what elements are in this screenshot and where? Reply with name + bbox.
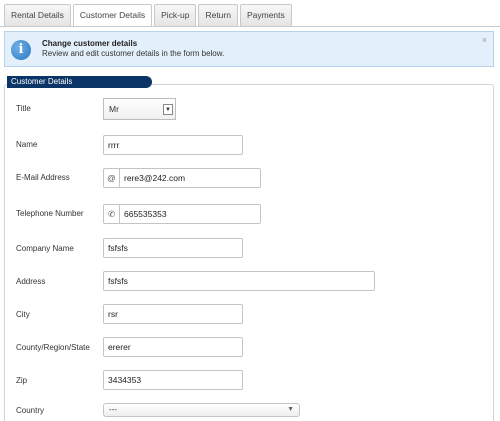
tab-bar: Rental Details Customer Details Pick-up …	[4, 4, 294, 27]
title-select-value: Mr	[109, 104, 119, 114]
county-input[interactable]: ererer	[103, 337, 243, 357]
info-notice: i Change customer details Review and edi…	[4, 31, 494, 67]
info-icon: i	[11, 40, 31, 60]
name-label: Name	[16, 140, 38, 149]
address-label: Address	[16, 277, 46, 286]
county-label: County/Region/State	[16, 343, 90, 352]
tab-divider	[0, 26, 500, 27]
email-value: rere3@242.com	[124, 173, 186, 183]
close-icon[interactable]: ×	[482, 35, 487, 45]
tab-return[interactable]: Return	[198, 4, 238, 26]
chevron-down-icon: ▼	[163, 104, 173, 115]
city-label: City	[16, 310, 30, 319]
email-label: E-Mail Address	[16, 173, 70, 182]
customer-details-fieldset	[4, 84, 494, 421]
tab-rental-details[interactable]: Rental Details	[4, 4, 71, 26]
phone-input[interactable]: ✆ 665535353	[103, 204, 261, 224]
company-input[interactable]: fsfsfs	[103, 238, 243, 258]
at-icon: @	[104, 169, 120, 187]
company-label: Company Name	[16, 244, 74, 253]
zip-input[interactable]: 3434353	[103, 370, 243, 390]
title-label: Title	[16, 104, 31, 113]
notice-text: Review and edit customer details in the …	[42, 49, 225, 58]
zip-label: Zip	[16, 376, 28, 385]
notice-title: Change customer details	[42, 39, 138, 48]
tab-payments[interactable]: Payments	[239, 4, 292, 26]
phone-label: Telephone Number	[16, 209, 84, 218]
country-select[interactable]: --- ▼	[103, 403, 300, 417]
phone-value: 665535353	[124, 209, 167, 219]
address-input[interactable]: fsfsfs	[103, 271, 375, 291]
city-input[interactable]: rsr	[103, 304, 243, 324]
section-title: Customer Details	[7, 76, 152, 88]
tab-pick-up[interactable]: Pick-up	[154, 4, 197, 26]
country-select-value: ---	[109, 405, 117, 414]
tab-customer-details[interactable]: Customer Details	[72, 4, 153, 27]
chevron-down-icon: ▼	[287, 406, 294, 413]
country-label: Country	[16, 406, 45, 415]
email-input[interactable]: @ rere3@242.com	[103, 168, 261, 188]
name-input[interactable]: rrrr	[103, 135, 243, 155]
phone-icon: ✆	[104, 205, 120, 223]
title-select[interactable]: Mr ▼	[103, 98, 176, 120]
